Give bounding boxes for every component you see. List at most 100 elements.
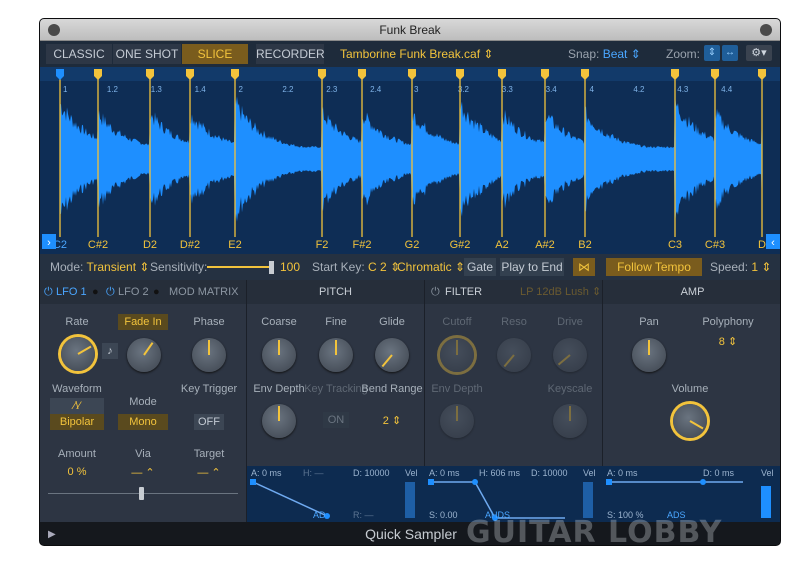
power-icon[interactable]: ⏻ — [106, 280, 115, 304]
drive-knob[interactable] — [553, 338, 587, 372]
knob-indicator — [569, 406, 571, 421]
bend-range-value[interactable]: 2 ⇕ — [357, 414, 427, 427]
polyphony-value[interactable]: 8 ⇕ — [693, 335, 763, 348]
amp-envelope[interactable]: A: 0 ms D: 0 ms Vel S: 100 % ADS — [603, 466, 780, 522]
env-hold: H: — — [303, 468, 324, 478]
mode-slice-button[interactable]: SLICE — [182, 44, 248, 64]
zoom-label: Zoom: — [666, 47, 701, 61]
note-sync-icon[interactable]: ♪ — [102, 343, 118, 359]
fullscreen-icon[interactable] — [760, 24, 772, 36]
pitch-envelope[interactable]: A: 0 ms H: — D: 10000 Vel AD R: — — [247, 466, 425, 522]
sample-file-selector[interactable]: Tamborine Funk Break.caf ⇕ — [340, 44, 493, 64]
tab-lfo-1[interactable]: LFO 1 — [56, 280, 87, 304]
chevron-right-icon: › — [47, 237, 51, 249]
env-release: R: — — [353, 510, 374, 520]
pitch-title: PITCH — [247, 280, 424, 304]
follow-tempo-button[interactable]: Follow Tempo — [606, 258, 702, 276]
filter-type-selector[interactable]: LP 12dB Lush ⇕ — [520, 280, 601, 304]
slice-note-label: A2 — [495, 239, 508, 251]
ruler-label: 4 — [590, 85, 595, 94]
ruler-label: 3.4 — [546, 85, 558, 94]
polarity-button[interactable]: Bipolar — [50, 414, 104, 430]
rate-knob[interactable] — [61, 337, 95, 371]
cutoff-knob[interactable] — [440, 338, 474, 372]
reverse-icon[interactable]: ⋈ — [573, 258, 595, 276]
filter-velocity-meter[interactable] — [583, 482, 593, 518]
waveform-display[interactable]: 1 1.2 1.3 1.4 2 2.2 2.3 2.4 3 3.2 3.3 3.4 4 4.2 4.3 4.4… — [40, 67, 781, 252]
drive-label: Drive — [557, 316, 583, 328]
gear-icon[interactable]: ⚙▾ — [746, 45, 772, 61]
ruler-label: 1.2 — [107, 85, 119, 94]
amp-env-attack: A: 0 ms — [607, 468, 638, 478]
amount-value[interactable]: 0 % — [42, 466, 112, 478]
gate-button[interactable]: Gate — [464, 258, 496, 276]
chevron-updown-icon: ⇕ — [761, 260, 772, 274]
fine-knob[interactable] — [319, 338, 353, 372]
waveform-label: Waveform — [52, 383, 102, 395]
slice-note-label: D2 — [143, 239, 157, 251]
triangle-wave-icon: ⁄\⁄ — [73, 400, 81, 412]
snap-selector[interactable]: Snap: Beat ⇕ — [568, 44, 641, 64]
play-icon[interactable]: ▶ — [48, 522, 56, 545]
fade-in-knob[interactable] — [127, 338, 161, 372]
recorder-button[interactable]: RECORDER — [256, 44, 325, 64]
bend-range-label: Bend Range — [361, 383, 423, 395]
fade-in-button[interactable]: Fade In — [118, 314, 168, 330]
tab-mod-matrix[interactable]: MOD MATRIX — [169, 280, 238, 304]
amp-section: AMP Pan Polyphony 8 ⇕ Volume A: 0 ms D: … — [603, 280, 780, 522]
watermark-text: GUITAR LOBBY — [466, 515, 723, 546]
mode-classic-button[interactable]: CLASSIC — [46, 44, 112, 64]
knob-indicator — [381, 354, 393, 368]
amount-slider-handle[interactable] — [139, 487, 144, 500]
mode-selector[interactable]: Mode: Transient ⇕ — [50, 254, 149, 280]
filter-type: LP 12dB Lush — [520, 286, 589, 298]
keyscale-knob[interactable] — [553, 404, 587, 438]
quick-sampler-window: Funk Break CLASSIC ONE SHOT SLICE RECORD… — [39, 18, 781, 546]
speed-value: 1 — [751, 260, 759, 274]
env-type-ad[interactable]: AD — [313, 510, 326, 520]
zoom-horizontal-icon[interactable]: ↔ — [722, 45, 738, 61]
start-key-selector[interactable]: Start Key: C 2 ⇕ — [312, 254, 400, 280]
key-tracking-button[interactable]: ON — [323, 412, 349, 428]
mode-button[interactable]: Mono — [118, 414, 168, 430]
lfo-tabs: ⏻ LFO 1 ● ⏻ LFO 2 ● MOD MATRIX — [40, 280, 246, 304]
waveform-shape-selector[interactable]: ⁄\⁄ — [50, 398, 104, 414]
filter-envelope[interactable]: A: 0 ms H: 606 ms D: 10000 Vel S: 0.00 A… — [425, 466, 603, 522]
zoom-vertical-icon[interactable]: ⇕ — [704, 45, 720, 61]
coarse-knob[interactable] — [262, 338, 296, 372]
plugin-name: Quick Sampler — [365, 526, 457, 542]
filter-env-depth-knob[interactable] — [440, 404, 474, 438]
target-selector[interactable]: — ⌃ — [174, 466, 244, 479]
mode-one-shot-button[interactable]: ONE SHOT — [113, 44, 181, 64]
volume-knob[interactable] — [673, 404, 707, 438]
reso-knob[interactable] — [497, 338, 531, 372]
key-trigger-button[interactable]: OFF — [194, 414, 224, 430]
chevron-updown-icon: ⇕ — [139, 260, 150, 274]
sample-file-name: Tamborine Funk Break.caf — [340, 47, 481, 61]
play-to-end-button[interactable]: Play to End — [500, 258, 564, 276]
snap-label: Snap: — [568, 47, 600, 61]
velocity-meter[interactable] — [405, 482, 415, 518]
chevron-updown-icon: ⇕ — [727, 336, 738, 348]
pan-knob[interactable] — [632, 338, 666, 372]
waveform-center — [60, 151, 762, 167]
start-key-value: C 2 — [368, 260, 387, 274]
glide-knob[interactable] — [375, 338, 409, 372]
env-depth-knob[interactable] — [262, 404, 296, 438]
amp-velocity-meter[interactable] — [761, 486, 771, 518]
power-icon[interactable]: ⏻ — [431, 280, 440, 304]
close-icon[interactable] — [48, 24, 60, 36]
sensitivity-label: Sensitivity: — [150, 260, 208, 274]
via-selector[interactable]: — ⌃ — [108, 466, 178, 479]
power-icon[interactable]: ⏻ — [44, 280, 53, 304]
tab-lfo-2[interactable]: LFO 2 — [118, 280, 149, 304]
knob-indicator — [557, 354, 571, 366]
sensitivity-handle[interactable] — [269, 261, 274, 274]
phase-knob[interactable] — [192, 338, 226, 372]
mode-value: Transient — [86, 260, 137, 274]
scale-selector[interactable]: Chromatic ⇕ — [397, 254, 465, 280]
speed-selector[interactable]: Speed: 1 ⇕ — [710, 254, 771, 280]
waveform-svg[interactable]: 1 1.2 1.3 1.4 2 2.2 2.3 2.4 3 3.2 3.3 3.4 4 4.2 4.3 4.4… — [40, 67, 781, 252]
slice-note-label: G2 — [405, 239, 420, 251]
sensitivity-slider[interactable] — [207, 266, 271, 268]
